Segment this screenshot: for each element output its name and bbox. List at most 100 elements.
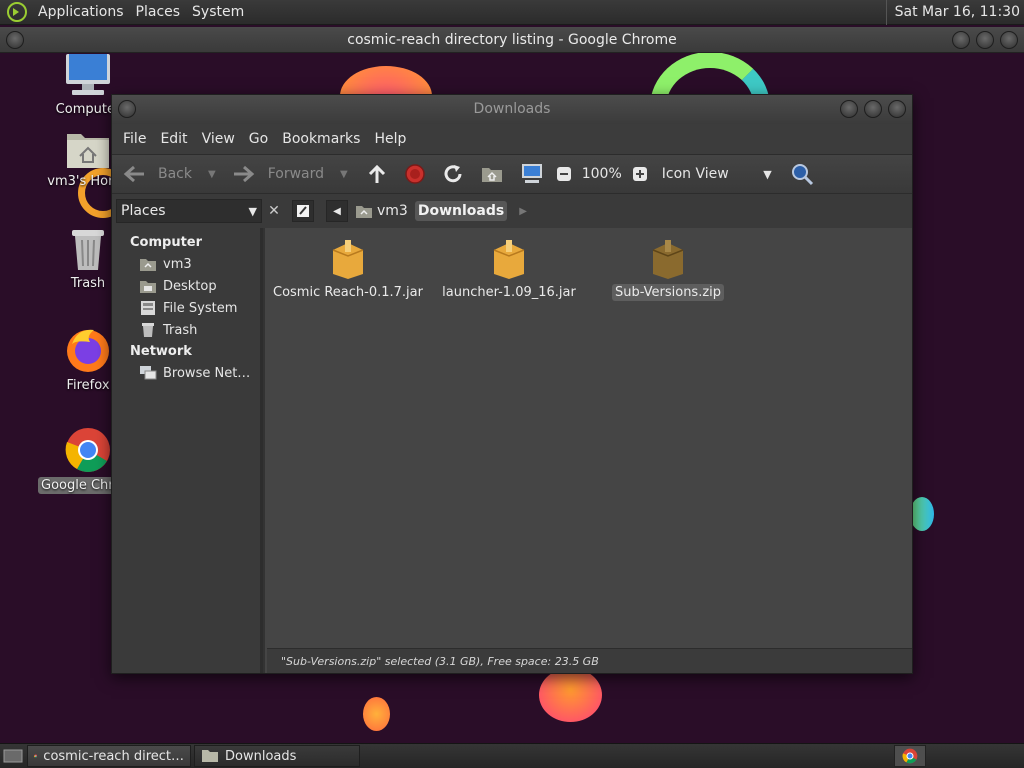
sidebar-item-file-system[interactable]: File System xyxy=(112,297,260,319)
computer-icon xyxy=(66,54,110,95)
home-folder-icon xyxy=(481,168,502,182)
sidebar-item-trash[interactable]: Trash xyxy=(112,319,260,341)
maximize-button[interactable] xyxy=(864,100,882,118)
show-desktop-button[interactable] xyxy=(2,746,24,766)
archive-icon xyxy=(652,240,684,279)
chevron-right-icon[interactable]: ▶ xyxy=(519,206,527,217)
up-button[interactable] xyxy=(361,154,393,194)
search-icon xyxy=(791,164,813,186)
breadcrumb-item-vm3[interactable]: vm3 xyxy=(352,201,411,221)
applications-menu[interactable]: Applications xyxy=(32,0,130,25)
computer-button[interactable] xyxy=(515,154,549,194)
home-icon xyxy=(356,206,372,218)
home-icon xyxy=(140,259,156,271)
system-menu[interactable]: System xyxy=(186,0,250,25)
reload-icon xyxy=(444,165,462,183)
drive-icon xyxy=(141,301,155,315)
package-icon xyxy=(332,240,364,279)
home-folder-icon xyxy=(67,134,109,168)
network-icon xyxy=(140,366,157,380)
file-item[interactable]: Sub-Versions.zip xyxy=(588,240,748,301)
back-button[interactable]: Back ▼ xyxy=(112,154,221,194)
zoom-in-icon xyxy=(632,167,647,181)
chevron-down-icon: ▼ xyxy=(763,167,772,181)
tray-chrome-button[interactable] xyxy=(894,745,926,767)
toolbar: Back ▼ Forward ▼ 100% Icon View ▼ xyxy=(112,154,912,194)
close-button[interactable] xyxy=(1000,31,1018,49)
window-title: Downloads xyxy=(473,101,551,117)
chevron-down-icon: ▼ xyxy=(248,204,257,218)
taskbar-item-chrome[interactable]: cosmic-reach direct… xyxy=(27,745,191,767)
menubar: File Edit View Go Bookmarks Help xyxy=(112,124,912,154)
forward-button[interactable]: Forward ▼ xyxy=(227,154,353,194)
chrome-icon xyxy=(65,428,110,472)
places-menu[interactable]: Places xyxy=(130,0,187,25)
reload-button[interactable] xyxy=(437,154,469,194)
sidebar-section-network: Network xyxy=(130,344,192,359)
trash-icon xyxy=(142,323,154,337)
edit-location-button[interactable] xyxy=(292,200,314,222)
sidebar-section-computer: Computer xyxy=(130,235,203,250)
chrome-icon xyxy=(34,754,38,758)
file-icon-view[interactable]: Cosmic Reach-0.1.7.jar launcher-1.09_16.… xyxy=(263,228,912,673)
breadcrumb-left-button[interactable]: ◀ xyxy=(326,200,348,222)
bottom-panel: cosmic-reach direct… Downloads xyxy=(0,743,1024,768)
file-item[interactable]: Cosmic Reach-0.1.7.jar xyxy=(268,240,428,301)
pencil-icon xyxy=(297,205,309,217)
menu-file[interactable]: File xyxy=(116,131,153,147)
file-manager-titlebar[interactable]: Downloads xyxy=(112,95,912,124)
home-button[interactable] xyxy=(475,154,509,194)
menu-bookmarks[interactable]: Bookmarks xyxy=(275,131,367,147)
file-item[interactable]: launcher-1.09_16.jar xyxy=(429,240,589,301)
sidebar-item-vm3[interactable]: vm3 xyxy=(112,253,260,275)
sidebar-item-desktop[interactable]: Desktop xyxy=(112,275,260,297)
close-button[interactable] xyxy=(888,100,906,118)
firefox-icon xyxy=(67,329,109,372)
window-menu-button[interactable] xyxy=(6,31,24,49)
chrome-icon xyxy=(902,748,918,764)
view-mode-select[interactable]: Icon View ▼ xyxy=(657,154,777,194)
top-panel: Applications Places System Sat Mar 16, 1… xyxy=(0,0,1024,25)
path-bar: Places ▼ ✕ ◀ vm3 Downloads ▶ xyxy=(112,194,912,228)
distro-logo-icon[interactable] xyxy=(6,1,28,23)
taskbar-item-downloads[interactable]: Downloads xyxy=(194,745,360,767)
menu-view[interactable]: View xyxy=(195,131,242,147)
zoom-in-button[interactable] xyxy=(627,154,653,194)
chrome-window-titlebar[interactable]: cosmic-reach directory listing - Google … xyxy=(0,27,1024,53)
close-sidebar-icon[interactable]: ✕ xyxy=(262,203,286,219)
maximize-button[interactable] xyxy=(976,31,994,49)
status-bar: "Sub-Versions.zip" selected (3.1 GB), Fr… xyxy=(267,648,912,673)
chevron-down-icon[interactable]: ▼ xyxy=(340,169,348,180)
desktop-icon-label: Trash xyxy=(70,276,106,291)
stop-button[interactable] xyxy=(399,154,431,194)
minimize-button[interactable] xyxy=(952,31,970,49)
trash-icon xyxy=(72,230,104,270)
chevron-down-icon[interactable]: ▼ xyxy=(208,169,216,180)
breadcrumb-item-downloads[interactable]: Downloads xyxy=(414,201,508,221)
folder-icon xyxy=(202,750,218,762)
desktop-icon xyxy=(140,281,156,293)
places-selector[interactable]: Places ▼ xyxy=(116,199,262,223)
search-button[interactable] xyxy=(785,154,819,194)
sidebar-item-browse-network[interactable]: Browse Net… xyxy=(112,362,260,384)
menu-go[interactable]: Go xyxy=(242,131,275,147)
window-menu-button[interactable] xyxy=(118,100,136,118)
arrow-up-icon xyxy=(368,164,385,183)
zoom-out-button[interactable]: 100% xyxy=(551,154,627,194)
chrome-window-title: cosmic-reach directory listing - Google … xyxy=(347,32,677,48)
zoom-level: 100% xyxy=(581,166,622,182)
show-desktop-icon xyxy=(3,749,23,763)
arrow-right-icon xyxy=(233,165,254,183)
wallpaper-bubble xyxy=(910,497,934,531)
breadcrumb: ◀ vm3 Downloads ▶ xyxy=(292,200,527,222)
menu-edit[interactable]: Edit xyxy=(153,131,194,147)
stop-icon xyxy=(404,164,425,184)
computer-icon xyxy=(521,164,542,183)
file-manager-body: Computer vm3 Desktop File System Trash N… xyxy=(112,228,912,673)
minimize-button[interactable] xyxy=(840,100,858,118)
package-icon xyxy=(493,240,525,279)
wallpaper-bubble xyxy=(539,668,602,722)
arrow-left-icon xyxy=(123,165,144,183)
menu-help[interactable]: Help xyxy=(367,131,413,147)
clock[interactable]: Sat Mar 16, 11:30 xyxy=(885,0,1020,25)
